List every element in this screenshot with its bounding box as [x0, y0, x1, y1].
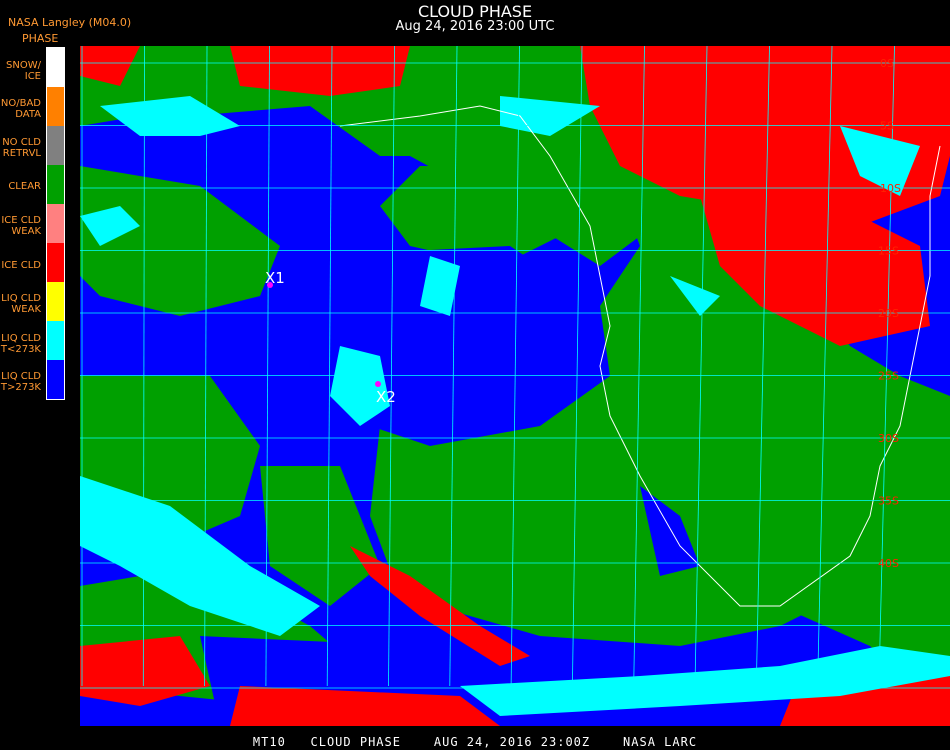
latitude-label: 5S: [880, 120, 894, 133]
legend-color-bar: [46, 47, 65, 400]
latitude-label: 10S: [880, 182, 901, 195]
latitude-label: 15S: [878, 245, 899, 258]
marker-x1-label: X1: [265, 269, 285, 287]
marker-x1: X1: [265, 269, 285, 288]
legend-label-snow-ice: SNOW/ ICE: [6, 60, 41, 82]
legend-swatch-ice-cld-weak: [47, 204, 64, 243]
legend-label-ice-cld: ICE CLD: [1, 260, 41, 271]
latitude-label: 0S: [880, 57, 894, 70]
legend-swatch-no-cld-retrvl: [47, 126, 64, 165]
latitude-label: 40S: [878, 557, 899, 570]
legend-swatch-snow-ice: [47, 48, 64, 87]
latitude-label: 30S: [878, 432, 899, 445]
legend-swatch-no-bad-data: [47, 87, 64, 126]
cloud-phase-map: 0S 5S 10S 15S 20S 25S 30S 35S 40S X1 X2: [80, 46, 950, 726]
marker-x2-label: X2: [376, 388, 396, 406]
producer-label: NASA Langley (M04.0): [8, 16, 132, 29]
legend-label-liq-cld-weak: LIQ CLD WEAK: [1, 293, 41, 315]
latitude-label: 20S: [878, 307, 899, 320]
legend-swatch-liq-cld-warm: [47, 360, 64, 399]
latitude-label: 35S: [878, 495, 899, 508]
legend-label-no-bad-data: NO/BAD DATA: [0, 98, 41, 120]
latitude-label: 25S: [878, 370, 899, 383]
footer-caption: MT10 CLOUD PHASE AUG 24, 2016 23:00Z NAS…: [252, 735, 698, 749]
legend-swatch-ice-cld: [47, 243, 64, 282]
legend-label-ice-cld-weak: ICE CLD WEAK: [1, 215, 41, 237]
legend-swatch-liq-cld-cold: [47, 321, 64, 360]
legend-swatch-clear: [47, 165, 64, 204]
legend-label-clear: CLEAR: [8, 181, 41, 192]
legend-label-liq-cld-warm: LIQ CLD T>273K: [0, 371, 41, 393]
legend-swatch-liq-cld-weak: [47, 282, 64, 321]
subtitle: Aug 24, 2016 23:00 UTC: [395, 19, 555, 34]
legend-label-liq-cld-cold: LIQ CLD T<273K: [0, 333, 41, 355]
legend-title: PHASE: [22, 32, 59, 45]
legend-label-no-cld-retrvl: NO CLD RETRVL: [2, 137, 41, 159]
